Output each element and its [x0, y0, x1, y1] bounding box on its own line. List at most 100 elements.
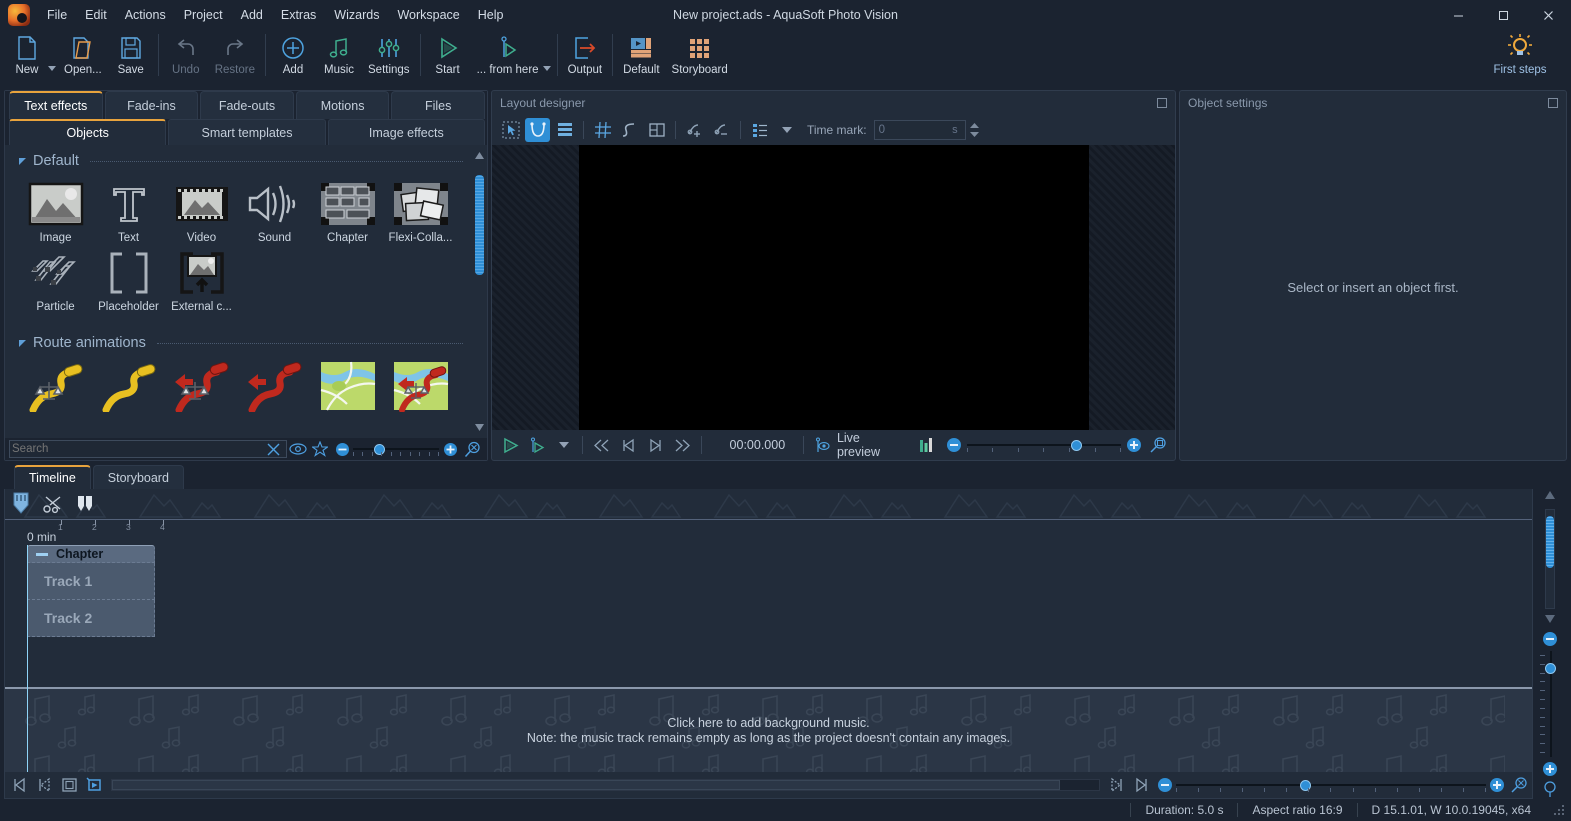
restore-window-icon[interactable]: [1548, 98, 1558, 108]
menu-item-workspace[interactable]: Workspace: [388, 4, 468, 26]
chevron-down-icon[interactable]: [552, 433, 577, 457]
object-item-chapter[interactable]: Chapter: [311, 175, 384, 244]
default-layout-button[interactable]: Default: [617, 30, 665, 86]
timeline-vertical-scrollbar[interactable]: [1545, 509, 1555, 609]
minus-circle-icon[interactable]: [331, 439, 353, 459]
route-item-map-red[interactable]: [384, 357, 457, 414]
magnifier-fit-icon[interactable]: [1539, 779, 1561, 799]
magnifier-fit-icon[interactable]: [1147, 435, 1169, 455]
layers-icon[interactable]: [552, 118, 577, 142]
maximize-button[interactable]: [1481, 0, 1526, 30]
settings-button[interactable]: Settings: [362, 30, 416, 86]
time-mark-field[interactable]: 0 s: [873, 120, 966, 140]
play-from-here-icon[interactable]: [525, 433, 550, 457]
restore-window-icon[interactable]: [1157, 98, 1167, 108]
clear-x-icon[interactable]: [262, 439, 284, 459]
grid-icon[interactable]: [590, 118, 615, 142]
tab-storyboard[interactable]: Storyboard: [92, 465, 184, 489]
tab-motions[interactable]: Motions: [295, 91, 390, 119]
add-point-icon[interactable]: [682, 118, 707, 142]
eye-icon[interactable]: [287, 439, 309, 459]
music-button[interactable]: Music: [316, 30, 362, 86]
route-item-red-scale[interactable]: [165, 357, 238, 414]
plus-circle-icon[interactable]: [439, 439, 461, 459]
object-item-placeholder[interactable]: Placeholder: [92, 244, 165, 313]
object-item-external-content[interactable]: External c...: [165, 244, 238, 313]
scrollbar-thumb[interactable]: [112, 780, 1060, 790]
goto-start-icon[interactable]: [7, 773, 32, 797]
star-icon[interactable]: [309, 439, 331, 459]
output-button[interactable]: Output: [562, 30, 609, 86]
route-item-yellow[interactable]: [92, 357, 165, 414]
resize-grip-icon[interactable]: [1553, 804, 1565, 816]
menu-item-help[interactable]: Help: [469, 4, 513, 26]
preview-window-icon[interactable]: [82, 773, 107, 797]
play-from-here-button[interactable]: ... from here: [471, 30, 545, 86]
rewind-icon[interactable]: [589, 433, 614, 457]
plus-circle-icon[interactable]: [1486, 775, 1508, 795]
object-item-image[interactable]: Image: [19, 175, 92, 244]
minus-circle-icon[interactable]: [1539, 629, 1561, 649]
menu-item-project[interactable]: Project: [175, 4, 232, 26]
undo-button[interactable]: Undo: [163, 30, 209, 86]
curve-tool-icon[interactable]: [525, 118, 550, 142]
route-item-red[interactable]: [238, 357, 311, 414]
playhead-marker-icon[interactable]: [5, 490, 37, 518]
fit-frame-icon[interactable]: [57, 773, 82, 797]
plus-circle-icon[interactable]: [1123, 435, 1145, 455]
scroll-down-arrow-icon[interactable]: [475, 423, 484, 432]
preview-zoom-slider[interactable]: [966, 438, 1122, 452]
scroll-down-arrow-icon[interactable]: [1545, 615, 1555, 623]
group-header-default[interactable]: Default: [5, 145, 487, 171]
music-track[interactable]: Click here to add background music. Note…: [5, 687, 1532, 772]
scroll-up-arrow-icon[interactable]: [475, 151, 484, 160]
track-row-1[interactable]: Track 1: [27, 563, 155, 600]
tab-objects[interactable]: Objects: [9, 119, 167, 145]
object-item-sound[interactable]: Sound: [238, 175, 311, 244]
track-row-2[interactable]: Track 2: [27, 600, 155, 637]
layout-designer-stage[interactable]: [492, 145, 1175, 430]
close-button[interactable]: [1526, 0, 1571, 30]
timeline-horizontal-scrollbar[interactable]: [111, 779, 1100, 791]
time-mark-spinner[interactable]: [969, 123, 979, 137]
scrollbar-thumb[interactable]: [1546, 516, 1554, 568]
remove-point-icon[interactable]: [709, 118, 734, 142]
split-markers-icon[interactable]: [69, 490, 101, 518]
group-header-route-animations[interactable]: Route animations: [5, 313, 487, 353]
select-marquee-icon[interactable]: [498, 118, 523, 142]
menu-item-edit[interactable]: Edit: [76, 4, 116, 26]
tab-fade-ins[interactable]: Fade-ins: [104, 91, 199, 119]
minus-circle-icon[interactable]: [943, 435, 965, 455]
timeline-vertical-zoom-slider[interactable]: [1536, 649, 1564, 759]
frame-icon[interactable]: [644, 118, 669, 142]
object-item-flexi-collage[interactable]: Flexi-Colla...: [384, 175, 457, 244]
preview-canvas[interactable]: [578, 145, 1089, 430]
playhead-line[interactable]: [27, 545, 28, 772]
tab-smart-templates[interactable]: Smart templates: [168, 119, 326, 145]
scissors-icon[interactable]: [37, 490, 69, 518]
toolbox-scrollbar[interactable]: [475, 151, 484, 432]
track-row-chapter[interactable]: Chapter: [27, 545, 155, 563]
goto-end-icon[interactable]: [1129, 773, 1154, 797]
toolbox-zoom-slider[interactable]: [353, 442, 439, 456]
tab-image-effects[interactable]: Image effects: [327, 119, 485, 145]
step-forward-icon[interactable]: [1104, 773, 1129, 797]
previous-frame-icon[interactable]: [616, 433, 641, 457]
timeline-zoom-slider[interactable]: [1176, 778, 1486, 792]
tab-files[interactable]: Files: [391, 91, 485, 119]
magnifier-fit-icon[interactable]: [1508, 775, 1530, 795]
magnifier-reset-icon[interactable]: [461, 439, 483, 459]
next-frame-icon[interactable]: [643, 433, 668, 457]
scrollbar-thumb[interactable]: [475, 175, 484, 275]
minimize-button[interactable]: [1436, 0, 1481, 30]
list-icon[interactable]: [747, 118, 772, 142]
save-button[interactable]: Save: [108, 30, 154, 86]
menu-item-actions[interactable]: Actions: [116, 4, 175, 26]
open-button[interactable]: Open...: [58, 30, 108, 86]
add-button[interactable]: Add: [270, 30, 316, 86]
plus-circle-icon[interactable]: [1539, 759, 1561, 779]
route-item-yellow-scale[interactable]: [19, 357, 92, 414]
play-icon[interactable]: [498, 433, 523, 457]
new-button[interactable]: New: [4, 30, 50, 86]
timeline-tracks-area[interactable]: Chapter Track 1 Track 2 Click here to ad…: [5, 545, 1532, 772]
